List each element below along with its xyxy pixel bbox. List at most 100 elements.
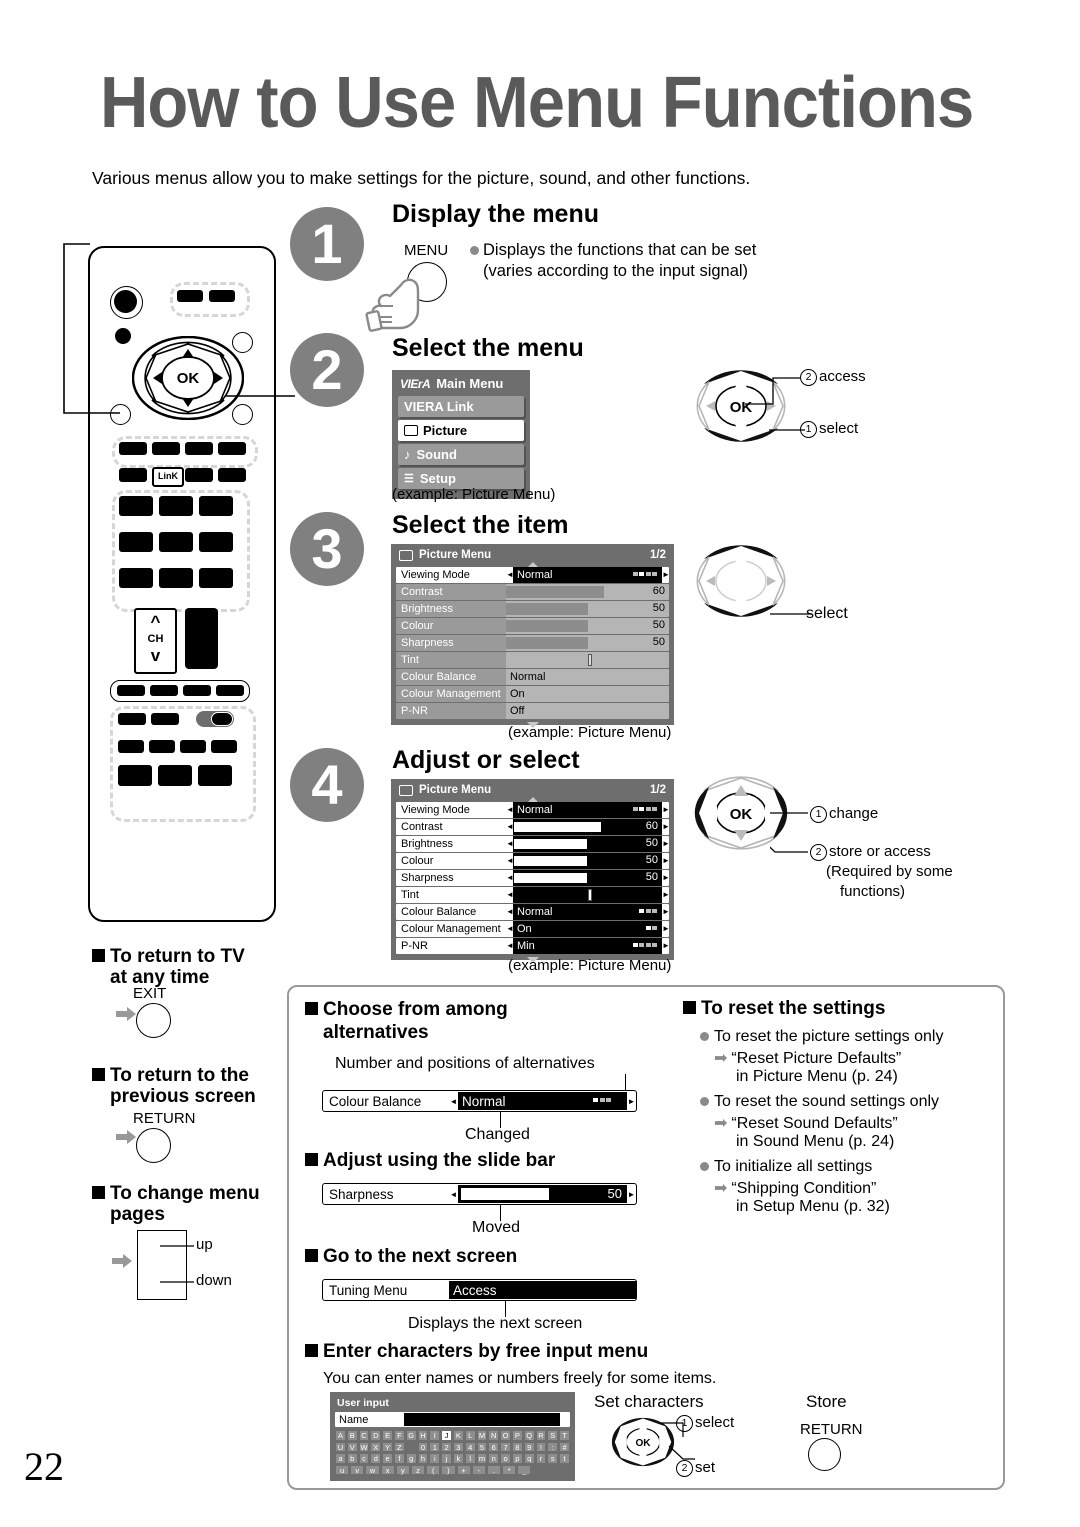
key[interactable]: q	[523, 1453, 535, 1464]
main-menu-item-viera-link[interactable]: VIERA Link	[398, 396, 524, 417]
key[interactable]: o	[500, 1453, 511, 1464]
right-arrow-icon[interactable]: ►	[662, 870, 669, 885]
osd-row-slider[interactable]: 60	[513, 819, 662, 835]
key[interactable]: i	[429, 1453, 441, 1464]
tip-alternatives-bar[interactable]: Colour Balance ◄ Normal ►	[322, 1090, 637, 1112]
key[interactable]: t	[559, 1453, 570, 1464]
right-arrow-icon[interactable]: ►	[662, 921, 669, 936]
key[interactable]: A	[335, 1430, 346, 1441]
right-arrow-icon[interactable]: ►	[627, 1190, 636, 1199]
osd-row-slider[interactable]: 50	[506, 618, 669, 634]
key[interactable]: P	[511, 1430, 523, 1441]
key[interactable]: w	[365, 1464, 380, 1475]
key[interactable]: r	[535, 1453, 547, 1464]
key[interactable]: E	[382, 1430, 393, 1441]
key[interactable]: j	[441, 1453, 452, 1464]
left-arrow-icon[interactable]: ◄	[506, 567, 514, 582]
key[interactable]: R	[535, 1430, 547, 1441]
key[interactable]: N	[488, 1430, 500, 1441]
osd-row[interactable]: Colour Management On	[396, 686, 669, 702]
osd-row[interactable]: P-NR ◄ Min ►	[396, 938, 669, 954]
key[interactable]: u	[335, 1464, 350, 1475]
key[interactable]: M	[476, 1430, 488, 1441]
osd-row[interactable]: Viewing Mode ◄ Normal ►	[396, 567, 669, 583]
key[interactable]: 0	[417, 1441, 429, 1452]
main-menu-item-picture[interactable]: Picture	[398, 420, 524, 441]
key[interactable]: e	[382, 1453, 393, 1464]
key[interactable]: +	[456, 1464, 471, 1475]
right-arrow-icon[interactable]: ►	[662, 938, 669, 953]
right-arrow-icon[interactable]: ►	[662, 904, 669, 919]
user-input-name-row[interactable]: Name	[335, 1412, 570, 1427]
key[interactable]: m	[476, 1453, 488, 1464]
right-arrow-icon[interactable]: ►	[662, 567, 669, 582]
key[interactable]: 3	[452, 1441, 464, 1452]
osd-row-slider[interactable]: 60	[506, 584, 669, 600]
left-arrow-icon[interactable]: ◄	[506, 938, 514, 953]
key[interactable]: f	[393, 1453, 405, 1464]
key[interactable]: (	[426, 1464, 441, 1475]
store-return-button[interactable]	[808, 1438, 841, 1471]
key[interactable]: W	[358, 1441, 370, 1452]
osd-row[interactable]: Viewing Mode ◄ Normal ►	[396, 802, 669, 818]
key[interactable]: 7	[500, 1441, 511, 1452]
key[interactable]: Z	[393, 1441, 405, 1452]
osd-row[interactable]: Tint	[396, 652, 669, 668]
key[interactable]: p	[511, 1453, 523, 1464]
key[interactable]: l	[464, 1453, 476, 1464]
right-arrow-icon[interactable]: ►	[662, 836, 669, 851]
osd-row[interactable]: Colour ◄ 50 ►	[396, 853, 669, 869]
key[interactable]: O	[500, 1430, 511, 1441]
left-arrow-icon[interactable]: ◄	[449, 1097, 458, 1106]
key[interactable]: T	[559, 1430, 570, 1441]
tip-nextscreen-bar[interactable]: Tuning Menu Access	[322, 1279, 637, 1301]
left-arrow-icon[interactable]: ◄	[506, 853, 514, 868]
key[interactable]: a	[335, 1453, 346, 1464]
key[interactable]: F	[393, 1430, 405, 1441]
osd-row[interactable]: Colour 50	[396, 618, 669, 634]
key[interactable]: d	[370, 1453, 382, 1464]
right-arrow-icon[interactable]: ►	[627, 1097, 636, 1106]
key[interactable]: y	[395, 1464, 410, 1475]
key[interactable]: 4	[464, 1441, 476, 1452]
key[interactable]: 9	[523, 1441, 535, 1452]
key[interactable]: b	[346, 1453, 358, 1464]
key[interactable]: k	[452, 1453, 464, 1464]
key[interactable]: L	[464, 1430, 476, 1441]
key[interactable]: z	[410, 1464, 426, 1475]
key[interactable]: 2	[441, 1441, 452, 1452]
key[interactable]: 8	[511, 1441, 523, 1452]
return-button-circle[interactable]	[136, 1128, 171, 1163]
tip-slidebar-bar[interactable]: Sharpness ◄ 50 ►	[322, 1183, 637, 1205]
key[interactable]: v	[350, 1464, 365, 1475]
key[interactable]: 1	[429, 1441, 441, 1452]
user-input-text-field[interactable]	[404, 1413, 560, 1426]
left-arrow-icon[interactable]: ◄	[506, 802, 514, 817]
osd-row-slider[interactable]	[513, 887, 662, 903]
left-arrow-icon[interactable]: ◄	[506, 921, 514, 936]
osd-row[interactable]: P-NR Off	[396, 703, 669, 719]
osd-row-slider[interactable]: 50	[513, 870, 662, 886]
key[interactable]: #	[559, 1441, 570, 1452]
osd-row[interactable]: Contrast ◄ 60 ►	[396, 819, 669, 835]
key[interactable]: c	[358, 1453, 370, 1464]
key[interactable]: H	[417, 1430, 429, 1441]
key[interactable]: B	[346, 1430, 358, 1441]
left-arrow-icon[interactable]: ◄	[506, 887, 514, 902]
key[interactable]: s	[547, 1453, 559, 1464]
osd-row[interactable]: Sharpness ◄ 50 ►	[396, 870, 669, 886]
osd-row-slider[interactable]: 50	[513, 853, 662, 869]
key[interactable]: x	[380, 1464, 395, 1475]
key[interactable]: )	[441, 1464, 456, 1475]
key[interactable]: *	[502, 1464, 517, 1475]
key[interactable]: -	[471, 1464, 486, 1475]
osd-row[interactable]: Brightness 50	[396, 601, 669, 617]
key[interactable]: !	[535, 1441, 547, 1452]
exit-button-circle[interactable]	[136, 1003, 171, 1038]
key[interactable]: Q	[523, 1430, 535, 1441]
left-arrow-icon[interactable]: ◄	[506, 870, 514, 885]
osd-row[interactable]: Tint ◄ ►	[396, 887, 669, 903]
key[interactable]: .	[486, 1464, 502, 1475]
key[interactable]: C	[358, 1430, 370, 1441]
key[interactable]: h	[417, 1453, 429, 1464]
